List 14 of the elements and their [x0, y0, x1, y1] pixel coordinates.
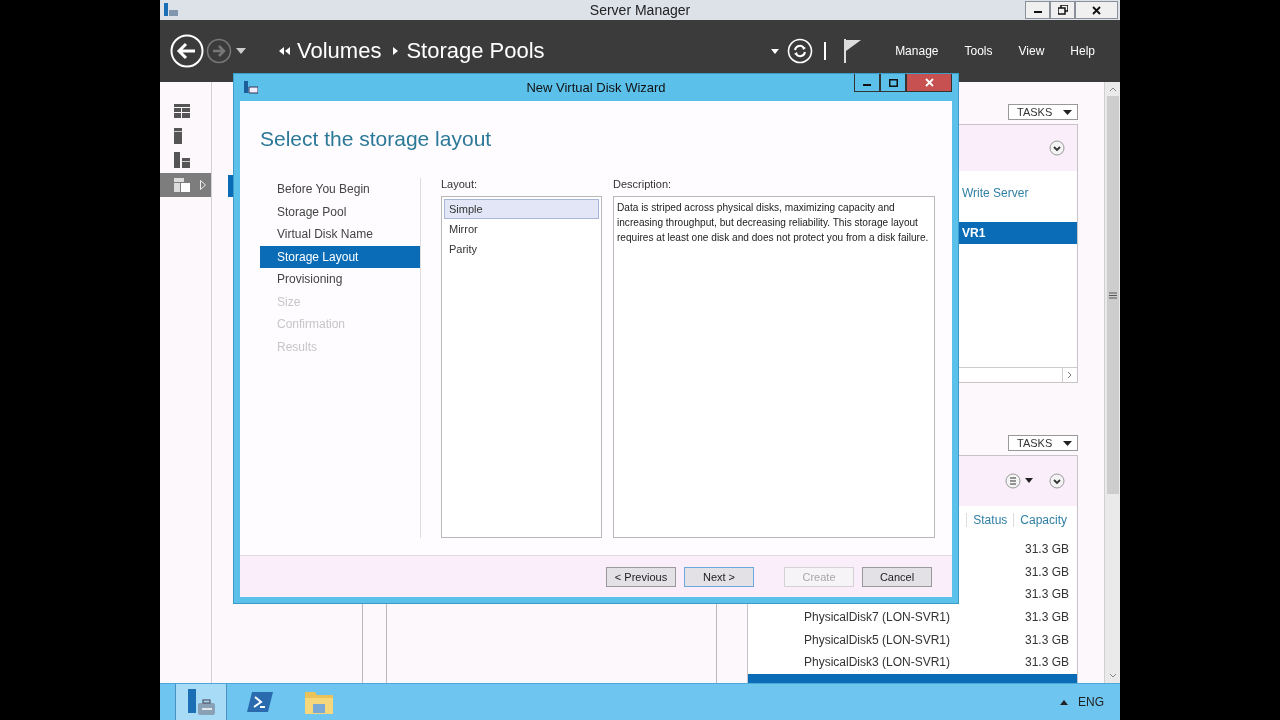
disk-name: PhysicalDisk3 (LON-SVR1) — [804, 655, 951, 670]
field-label: Layout: — [441, 178, 479, 192]
capacity-cell: 31.3 GB — [1024, 587, 1069, 602]
capacity-cell: 31.3 GB — [1024, 610, 1069, 625]
description-box: Data is striped across physical disks, maximizing capacity and increasing throughput, but decreasing reliability. This storage layout requires at least one disk and does not protect you from a disk failure. — [613, 196, 935, 538]
disk-name: PhysicalDisk7 (LON-SVR1) — [804, 610, 951, 625]
capacity-cell: 31.3 GB — [1024, 542, 1069, 557]
capacity-cell: 31.3 GB — [1024, 655, 1069, 670]
capacity-cell: 31.3 GB — [1024, 632, 1069, 647]
field-label: Description: — [613, 178, 673, 192]
window-title: Server Manager — [589, 2, 691, 18]
page-heading: Select the storage layout — [260, 127, 493, 152]
disk-name: PhysicalDisk5 (LON-SVR1) — [804, 632, 951, 647]
dialog-title: New Virtual Disk Wizard — [526, 80, 666, 95]
